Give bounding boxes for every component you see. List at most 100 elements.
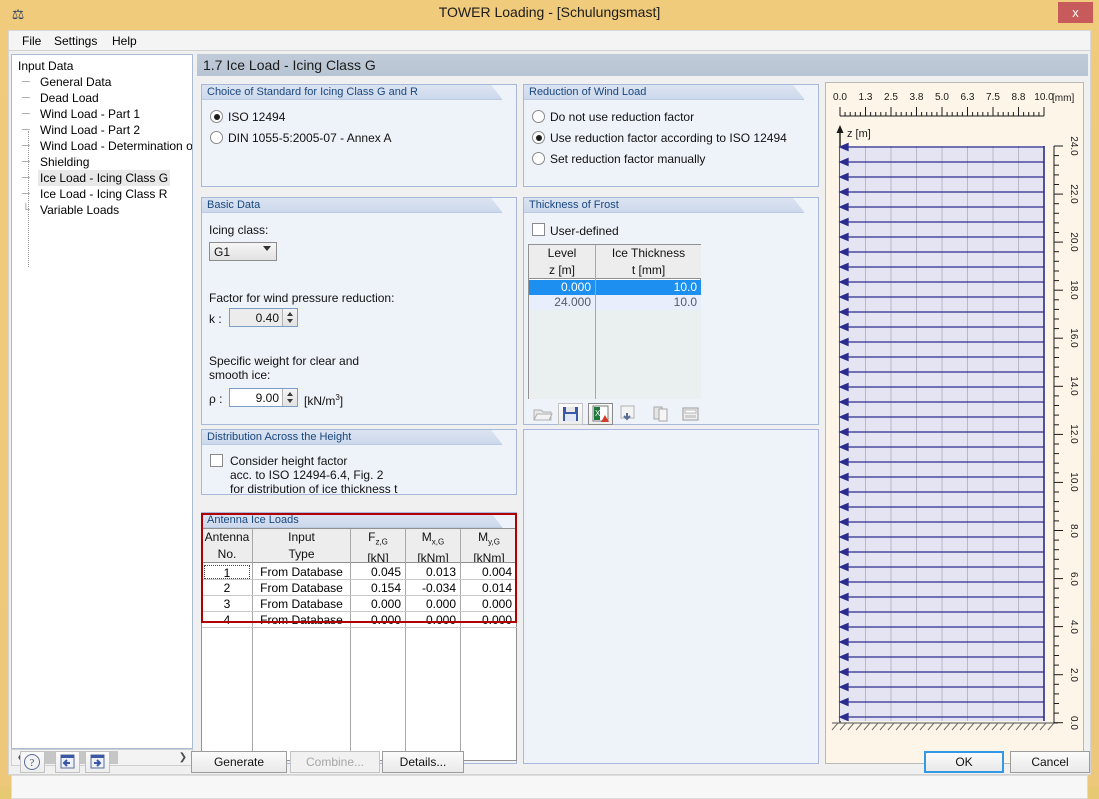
antenna-row3-fz[interactable]: 0.000 (351, 597, 405, 611)
sidebar-item-ice-load-icing-class-r[interactable]: Ice Load - Icing Class R (38, 186, 169, 202)
details-button[interactable]: Details... (382, 751, 464, 773)
choice-of-standard-group: Choice of Standard for Icing Class G and… (201, 84, 517, 187)
antenna-row4-type[interactable]: From Database (253, 613, 350, 627)
input-data-tree[interactable]: Input Data ─ General Data ─ Dead Load ─ … (11, 54, 193, 749)
svg-text:12.0: 12.0 (1068, 424, 1079, 444)
antenna-row2-mx[interactable]: -0.034 (406, 581, 460, 595)
frost-col-level-l1: Level (547, 246, 577, 260)
user-defined-checkbox[interactable] (532, 223, 545, 236)
page-title: 1.7 Ice Load - Icing Class G (197, 54, 1088, 76)
previous-icon[interactable] (55, 751, 80, 773)
antenna-row2-my[interactable]: 0.014 (461, 581, 516, 595)
title-bar: ⚖ TOWER Loading - [Schulungsmast] x (0, 0, 1099, 28)
svg-text:?: ? (30, 758, 35, 769)
table-row[interactable]: 3 (204, 597, 250, 611)
antenna-row1-type[interactable]: From Database (253, 565, 350, 579)
antenna-row4-fz[interactable]: 0.000 (351, 613, 405, 627)
icing-class-select[interactable]: G1 (209, 242, 277, 261)
tree-root-input-data[interactable]: Input Data (16, 58, 75, 74)
k-value-input[interactable]: 0.40 (229, 308, 298, 327)
svg-text:X: X (595, 409, 601, 418)
calculator-icon[interactable] (678, 403, 703, 425)
antenna-ice-loads-table[interactable]: Antenna No. Input Type Fz,G [kN] Mx,G [k… (201, 528, 517, 761)
sidebar-item-general-data[interactable]: General Data (38, 74, 113, 90)
antenna-row3-type[interactable]: From Database (253, 597, 350, 611)
radio-iso-reduction-factor[interactable] (532, 131, 545, 144)
mast-graphics-view[interactable]: 0.0 1.3 2.5 3.8 5.0 6.3 7.5 8.8 10.0 [mm] z … (825, 82, 1084, 764)
antenna-col-type-l2: Type (288, 547, 315, 561)
menu-file[interactable]: File (15, 33, 48, 49)
rho-unit-pre: [kN/m (304, 394, 336, 408)
menu-bar: File Settings Help (8, 30, 1091, 50)
radio-iso-12494[interactable] (210, 110, 223, 123)
combine-button: Combine... (290, 751, 380, 773)
antenna-col-header-my: My,G [kNm] (461, 529, 517, 563)
sidebar-item-variable-loads[interactable]: Variable Loads (38, 202, 121, 218)
svg-text:6.0: 6.0 (1068, 572, 1079, 586)
frost-col-header-thickness: Ice Thickness t [mm] (596, 245, 701, 279)
next-icon[interactable] (85, 751, 110, 773)
sidebar-item-ice-load-icing-class-g[interactable]: Ice Load - Icing Class G (38, 170, 171, 186)
cancel-button[interactable]: Cancel (1010, 751, 1090, 773)
antenna-row1-fz[interactable]: 0.045 (351, 565, 405, 579)
choice-of-standard-title: Choice of Standard for Icing Class G and… (202, 85, 503, 100)
k-label: k : (209, 312, 222, 326)
generate-button[interactable]: Generate (191, 751, 287, 773)
rho-spinner[interactable] (282, 389, 297, 406)
radio-din-1055[interactable] (210, 131, 223, 144)
frost-row2-thickness[interactable]: 10.0 (596, 295, 701, 310)
antenna-col-fz-l2: [kN] (367, 551, 389, 563)
svg-text:22.0: 22.0 (1068, 184, 1079, 204)
client-area: Input Data ─ General Data ─ Dead Load ─ … (8, 50, 1091, 799)
svg-text:8.8: 8.8 (1012, 92, 1026, 103)
antenna-row3-mx[interactable]: 0.000 (406, 597, 460, 611)
antenna-row2-type[interactable]: From Database (253, 581, 350, 595)
basic-data-title: Basic Data (202, 198, 503, 213)
distribution-group: Distribution Across the Height Consider … (201, 429, 517, 496)
specific-weight-label-line1: Specific weight for clear and (209, 354, 360, 368)
svg-text:20.0: 20.0 (1068, 232, 1079, 252)
open-icon[interactable] (530, 403, 555, 425)
frost-row1-thickness[interactable]: 10.0 (596, 280, 701, 295)
antenna-col-my-l2: [kNm] (473, 551, 505, 563)
sidebar-item-wind-load-part-2[interactable]: Wind Load - Part 2 (38, 122, 142, 138)
antenna-row3-my[interactable]: 0.000 (461, 597, 516, 611)
sidebar-item-shielding[interactable]: Shielding (38, 154, 91, 170)
radio-no-reduction-factor[interactable] (532, 110, 545, 123)
radio-manual-reduction-factor[interactable] (532, 152, 545, 165)
menu-settings[interactable]: Settings (47, 33, 104, 49)
excel-export-icon[interactable]: X (588, 403, 613, 425)
menu-help[interactable]: Help (105, 33, 144, 49)
rho-unit-post: ] (339, 394, 344, 408)
copy-icon[interactable] (648, 403, 673, 425)
ok-button[interactable]: OK (924, 751, 1004, 773)
antenna-row2-fz[interactable]: 0.154 (351, 581, 405, 595)
table-row[interactable]: 2 (204, 581, 250, 595)
rho-value-input[interactable]: 9.00 (229, 388, 298, 407)
sidebar-item-dead-load[interactable]: Dead Load (38, 90, 101, 106)
sidebar-item-wind-load-determination-of-g[interactable]: Wind Load - Determination of G (38, 138, 192, 154)
antenna-row1-my[interactable]: 0.004 (461, 565, 516, 579)
top-ruler-unit: [mm] (1052, 93, 1074, 104)
close-icon[interactable]: x (1058, 2, 1093, 23)
antenna-ice-loads-title: Antenna Ice Loads (202, 513, 503, 528)
consider-height-factor-checkbox[interactable] (210, 454, 223, 467)
table-row[interactable]: 1 (204, 565, 250, 579)
table-row[interactable]: 4 (204, 613, 250, 627)
svg-text:14.0: 14.0 (1068, 376, 1079, 396)
save-icon[interactable] (558, 403, 583, 425)
frost-row2-level[interactable]: 24.000 (529, 295, 595, 310)
antenna-row4-my[interactable]: 0.000 (461, 613, 516, 627)
k-spinner[interactable] (282, 309, 297, 326)
help-icon[interactable]: ? (20, 751, 45, 773)
application-window: ⚖ TOWER Loading - [Schulungsmast] x File… (0, 0, 1099, 799)
antenna-row4-mx[interactable]: 0.000 (406, 613, 460, 627)
import-icon[interactable] (616, 403, 641, 425)
sidebar-item-wind-load-part-1[interactable]: Wind Load - Part 1 (38, 106, 142, 122)
bottom-toolbar: ? Generate Combine... Details... OK Canc… (11, 751, 1090, 773)
thickness-of-frost-table[interactable]: Level z [m] Ice Thickness t [mm] 0.000 1… (528, 244, 701, 399)
rho-value: 9.00 (255, 391, 279, 405)
frost-row1-level[interactable]: 0.000 (529, 280, 595, 295)
antenna-row1-mx[interactable]: 0.013 (406, 565, 460, 579)
antenna-col-fz-l1: Fz,G (368, 530, 388, 547)
